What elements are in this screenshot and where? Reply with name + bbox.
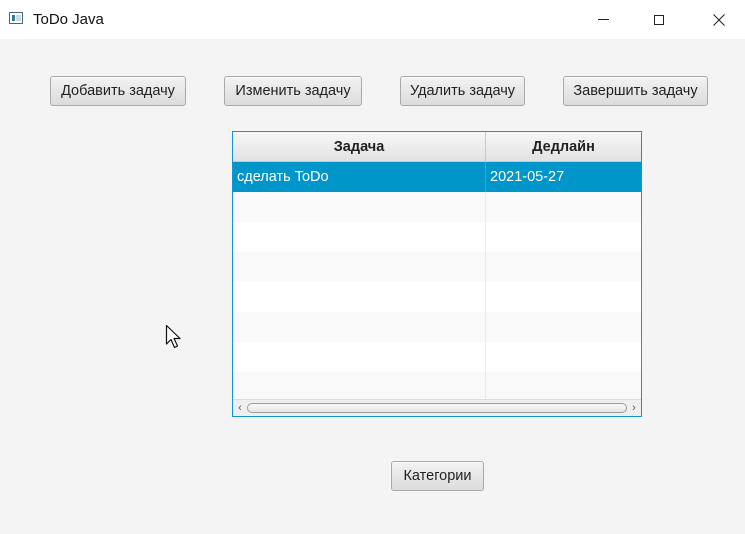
title-bar: ToDo Java [0, 0, 745, 39]
empty-table-row[interactable] [233, 222, 641, 252]
empty-cell [486, 312, 641, 342]
deadline-cell[interactable]: 2021-05-27 [486, 162, 641, 192]
empty-table-row[interactable] [233, 312, 641, 342]
empty-cell [233, 192, 486, 222]
categories-button[interactable]: Категории [391, 461, 484, 491]
empty-cell [233, 372, 486, 402]
task-cell[interactable]: сделать ToDo [233, 162, 486, 192]
minimize-icon [597, 19, 609, 20]
scroll-right-icon[interactable]: › [628, 402, 640, 414]
task-table[interactable]: Задача Дедлайн сделать ToDo 2021-05-27 ‹… [232, 131, 642, 417]
window-title: ToDo Java [33, 11, 104, 28]
horizontal-scrollbar[interactable]: ‹ › [233, 399, 641, 416]
minimize-button[interactable] [580, 0, 626, 39]
empty-table-row[interactable] [233, 252, 641, 282]
column-header-deadline[interactable]: Дедлайн [486, 132, 641, 161]
empty-cell [486, 192, 641, 222]
empty-cell [486, 252, 641, 282]
empty-cell [233, 282, 486, 312]
empty-cell [233, 252, 486, 282]
empty-table-row[interactable] [233, 192, 641, 222]
add-task-button[interactable]: Добавить задачу [50, 76, 186, 106]
empty-table-row[interactable] [233, 342, 641, 372]
empty-cell [233, 312, 486, 342]
table-header: Задача Дедлайн [233, 132, 641, 162]
edit-task-button[interactable]: Изменить задачу [224, 76, 362, 106]
empty-cell [233, 222, 486, 252]
close-button[interactable] [696, 0, 742, 39]
column-header-task[interactable]: Задача [233, 132, 486, 161]
empty-cell [486, 342, 641, 372]
app-window-icon [9, 12, 23, 24]
empty-cell [233, 342, 486, 372]
empty-cell [486, 222, 641, 252]
empty-table-row[interactable] [233, 372, 641, 402]
mouse-cursor-icon [165, 324, 181, 349]
maximize-button[interactable] [636, 0, 682, 39]
empty-table-row[interactable] [233, 282, 641, 312]
maximize-icon [654, 14, 664, 25]
scroll-left-icon[interactable]: ‹ [234, 402, 246, 414]
empty-cell [486, 282, 641, 312]
delete-task-button[interactable]: Удалить задачу [400, 76, 525, 106]
table-row[interactable]: сделать ToDo 2021-05-27 [233, 162, 641, 192]
close-icon [713, 13, 725, 26]
scrollbar-thumb[interactable] [247, 403, 627, 413]
complete-task-button[interactable]: Завершить задачу [563, 76, 708, 106]
table-body: сделать ToDo 2021-05-27 [233, 162, 641, 402]
empty-cell [486, 372, 641, 402]
